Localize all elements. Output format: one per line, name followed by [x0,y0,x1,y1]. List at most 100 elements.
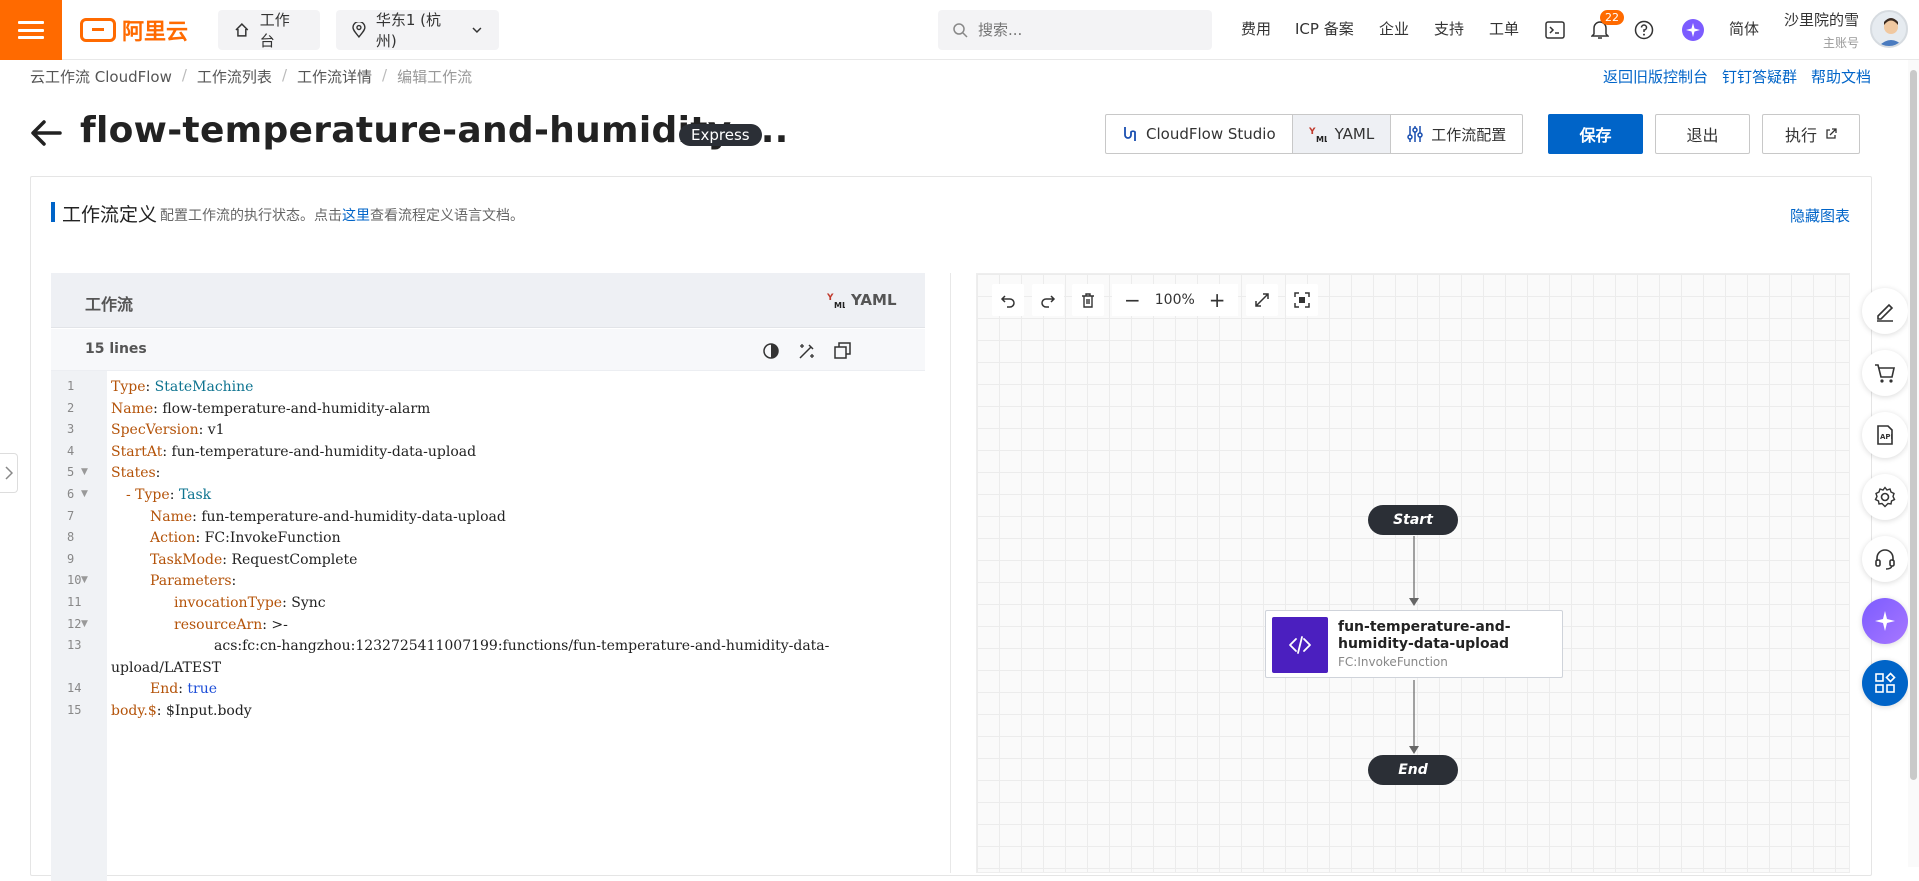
apps-grid-icon[interactable] [1862,660,1908,706]
cloudflow-studio-tab[interactable]: CloudFlow Studio [1106,115,1293,153]
cloudflow-studio-label: CloudFlow Studio [1146,125,1276,143]
back-arrow-icon[interactable] [28,118,64,148]
terminal-icon[interactable] [1541,16,1569,44]
yaml-tab[interactable]: Y ML YAML [1292,115,1392,153]
language-switch[interactable]: 简体 [1729,18,1759,39]
express-badge: Express [679,124,762,146]
code-line: StartAt: fun-temperature-and-humidity-da… [111,443,477,460]
expand-sidebar-toggle[interactable] [0,453,18,493]
breadcrumb-cloudflow[interactable]: 云工作流 CloudFlow [30,66,172,87]
logo-text: 阿里云 [122,20,189,45]
editor-format-label: YAML [851,291,897,309]
api-doc-icon[interactable]: API [1862,412,1908,458]
yaml-key: - Type [126,487,170,503]
page-scrollbar[interactable] [1908,60,1919,867]
end-node[interactable]: End [1368,755,1458,785]
code-line: States: [111,465,165,482]
external-link-icon [1826,128,1837,139]
theme-toggle-icon[interactable] [761,341,781,361]
back-to-old-console-link[interactable]: 返回旧版控制台 [1603,66,1708,87]
breadcrumb-workflow-list[interactable]: 工作流列表 [197,66,272,87]
fold-toggle-icon[interactable]: ▼ [81,489,88,499]
help-docs-link[interactable]: 帮助文档 [1811,66,1871,87]
region-selector[interactable]: 华东1 (杭州) [336,10,499,50]
dingtalk-group-link[interactable]: 钉钉答疑群 [1722,66,1797,87]
fold-toggle-icon[interactable]: ▼ [81,619,88,629]
notification-bell-icon[interactable]: 22 [1586,10,1624,44]
yaml-value: v1 [207,422,225,439]
fold-toggle-icon[interactable]: ▼ [81,467,88,477]
help-icon[interactable] [1630,16,1658,44]
yaml-value: RequestComplete [231,551,358,568]
search-icon [953,23,968,38]
cart-icon[interactable] [1862,350,1908,396]
code-line: SpecVersion: v1 [111,422,225,439]
yaml-editor: 工作流 Y ML YAML 15 lines 1 Type: StateMachin… [51,273,925,881]
save-button[interactable]: 保存 [1548,114,1643,154]
search-input[interactable] [978,21,1188,39]
workflow-config-tab[interactable]: 工作流配置 [1391,115,1522,153]
panel-divider[interactable] [950,273,951,873]
task-node[interactable]: fun-temperature-and-humidity-data-upload… [1265,610,1563,678]
yaml-key: StartAt [111,443,163,460]
user-name: 沙里院的雪 [1784,11,1860,29]
nav-enterprise[interactable]: 企业 [1379,18,1409,39]
exit-button[interactable]: 退出 [1655,114,1750,154]
customer-service-icon[interactable] [1862,536,1908,582]
nav-ticket[interactable]: 工单 [1489,18,1519,39]
fit-view-icon[interactable] [1285,284,1318,316]
nav-icp[interactable]: ICP 备案 [1295,18,1354,39]
home-icon [235,23,249,37]
scrollbar-thumb[interactable] [1910,70,1917,780]
svg-text:ML: ML [834,301,845,309]
nav-billing[interactable]: 费用 [1241,18,1271,39]
search-box[interactable] [938,10,1212,50]
undo-icon[interactable] [992,284,1024,316]
zoom-in-button[interactable]: + [1209,290,1226,310]
zoom-out-button[interactable]: − [1124,290,1141,310]
code-line: Name: fun-temperature-and-humidity-data-… [150,508,506,525]
line-number: 4 [67,443,75,458]
line-number: 15 [67,703,82,717]
workbench-button[interactable]: 工作台 [218,10,320,50]
section-title: 工作流定义 [62,204,158,226]
start-node[interactable]: Start [1368,505,1458,535]
fold-toggle-icon[interactable]: ▼ [81,575,88,585]
yaml-key: Type [111,379,146,395]
redo-icon[interactable] [1032,284,1064,316]
section-description: 配置工作流的执行状态。点击这里查看流程定义语言文档。 [160,205,524,225]
settings-gear-icon[interactable] [1862,474,1908,520]
nav-support[interactable]: 支持 [1434,18,1464,39]
user-account[interactable]: 沙里院的雪 主账号 [1784,9,1859,51]
aliyun-logo[interactable]: 阿里云 [80,14,188,46]
yaml-value: >- [271,616,288,633]
yaml-key: Action [150,530,196,547]
hide-chart-link[interactable]: 隐藏图表 [1790,205,1850,226]
yaml-key: States [111,465,156,482]
dsl-docs-link[interactable]: 这里 [342,208,370,224]
task-node-name: fun-temperature-and-humidity-data-upload [1338,619,1511,652]
format-magic-icon[interactable] [797,341,817,361]
yaml-value: Task [178,487,212,503]
edit-icon[interactable] [1862,288,1908,334]
breadcrumb-workflow-detail[interactable]: 工作流详情 [297,66,372,87]
view-mode-switch: CloudFlow Studio Y ML YAML 工作流配置 [1105,114,1524,154]
ai-assistant-icon[interactable] [1679,16,1707,44]
avatar[interactable] [1870,10,1908,48]
menu-icon[interactable] [0,0,62,60]
chevron-down-icon [472,27,482,34]
section-desc-text-end: 查看流程定义语言文档。 [370,208,524,224]
code-line: TaskMode: RequestComplete [150,551,358,568]
run-button[interactable]: 执行 [1762,114,1860,154]
top-navigation-bar: 阿里云 工作台 华东1 (杭州) 费用 ICP 备案 企业 支持 工单 22 简… [0,0,1919,60]
ai-assistant-float-icon[interactable] [1862,598,1908,644]
delete-icon[interactable] [1072,284,1104,316]
line-number: 11 [67,595,82,609]
line-number: 13 [67,638,82,653]
copy-icon[interactable] [833,341,853,361]
breadcrumb: 云工作流 CloudFlow / 工作流列表 / 工作流详情 / 编辑工作流 [30,66,473,87]
code-line: - Type: Task [126,487,212,503]
expand-icon[interactable] [1245,284,1278,316]
run-label: 执行 [1784,126,1817,145]
yaml-label: YAML [1334,125,1375,143]
